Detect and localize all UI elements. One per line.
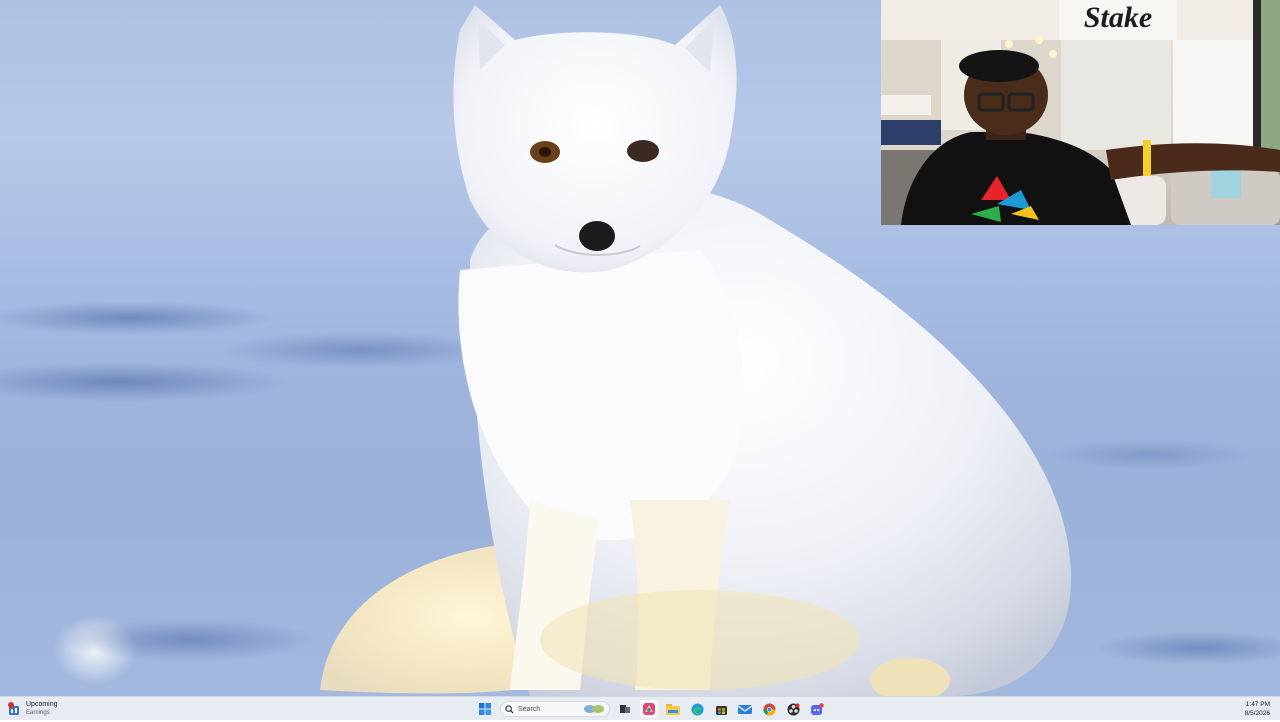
task-view-button[interactable] bbox=[616, 700, 634, 718]
clock-time: 1:47 PM bbox=[1245, 701, 1270, 708]
discord-icon bbox=[811, 702, 824, 715]
webcam-scene: Stake bbox=[881, 0, 1280, 225]
file-explorer-button[interactable] bbox=[664, 700, 682, 718]
taskbar: Upcoming Earnings Search 1:47 PM 8/5/202… bbox=[0, 696, 1280, 720]
edge-icon bbox=[691, 703, 703, 715]
widgets-button[interactable]: Upcoming Earnings bbox=[6, 699, 58, 719]
discord-button[interactable] bbox=[808, 700, 826, 718]
microsoft-store-button[interactable] bbox=[712, 700, 730, 718]
search-highlight-icon bbox=[584, 705, 604, 713]
mail-icon bbox=[738, 705, 752, 714]
taskbar-pinned-apps: Search bbox=[476, 699, 826, 719]
system-clock[interactable]: 1:47 PM 8/5/2026 bbox=[1245, 700, 1270, 718]
obs-button[interactable] bbox=[784, 700, 802, 718]
stocks-icon bbox=[6, 701, 22, 717]
copilot-icon bbox=[643, 703, 655, 715]
webcam-brand-sign: Stake bbox=[1084, 1, 1152, 34]
search-placeholder: Search bbox=[518, 705, 541, 713]
start-button[interactable] bbox=[476, 700, 494, 718]
clock-date: 8/5/2026 bbox=[1244, 710, 1270, 717]
edge-button[interactable] bbox=[688, 700, 706, 718]
mail-button[interactable] bbox=[736, 700, 754, 718]
file-explorer-icon bbox=[666, 704, 680, 715]
copilot-button[interactable] bbox=[640, 700, 658, 718]
obs-icon bbox=[787, 703, 799, 715]
task-view-icon bbox=[620, 705, 630, 713]
widget-title: Upcoming bbox=[26, 701, 58, 708]
chrome-button[interactable] bbox=[760, 700, 778, 718]
widget-subtitle: Earnings bbox=[26, 710, 50, 716]
windows-start-icon bbox=[479, 703, 491, 715]
webcam-overlay: Stake bbox=[881, 0, 1280, 225]
chrome-icon bbox=[763, 703, 775, 716]
taskbar-search-box[interactable]: Search bbox=[500, 701, 610, 717]
microsoft-store-icon bbox=[715, 705, 727, 715]
search-icon bbox=[505, 704, 514, 714]
